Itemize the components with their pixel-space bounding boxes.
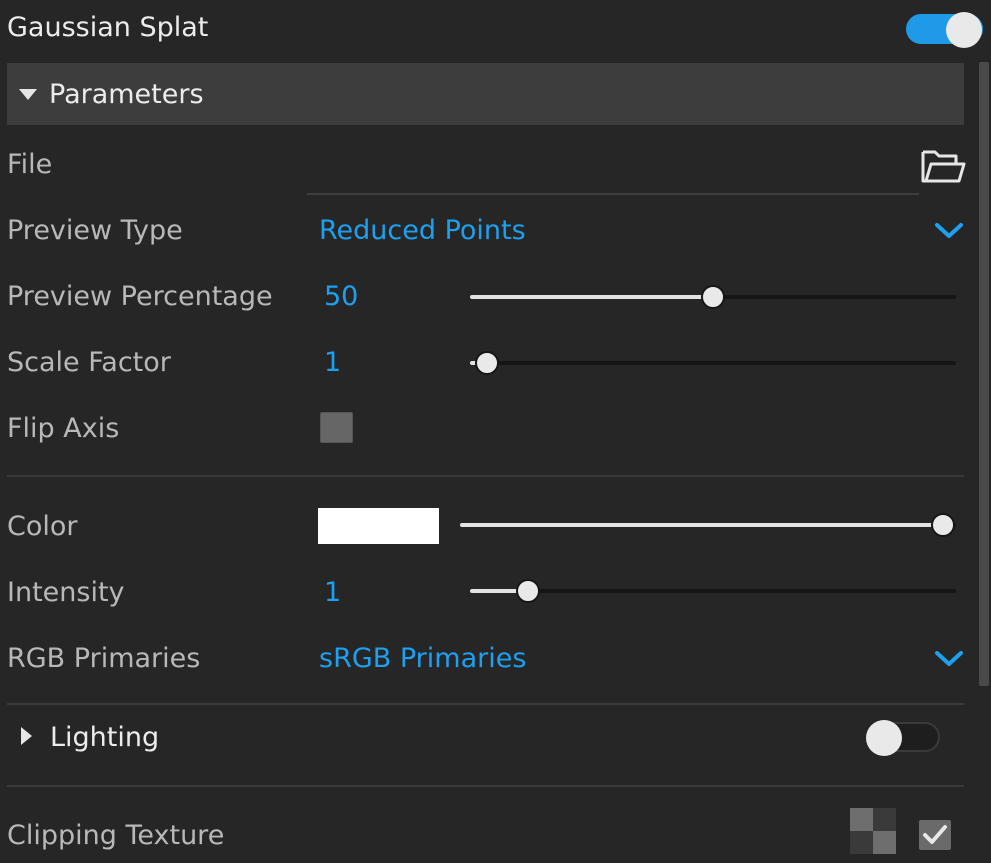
flip-axis-label: Flip Axis — [7, 413, 120, 444]
slider-track — [470, 361, 956, 365]
lighting-section-label[interactable]: Lighting — [50, 722, 159, 753]
slider-thumb[interactable] — [931, 513, 955, 537]
rgb-primaries-dropdown[interactable]: sRGB Primaries — [319, 643, 526, 674]
lighting-enable-toggle[interactable] — [866, 720, 940, 756]
chevron-down-icon[interactable] — [933, 220, 965, 240]
scale-factor-label: Scale Factor — [7, 347, 171, 378]
flip-axis-checkbox[interactable] — [320, 412, 353, 443]
rgb-primaries-label: RGB Primaries — [7, 643, 201, 674]
preview-type-dropdown[interactable]: Reduced Points — [319, 215, 526, 246]
intensity-slider[interactable] — [470, 578, 956, 604]
divider — [7, 785, 964, 787]
vertical-scrollbar[interactable] — [977, 62, 991, 863]
parameters-section-label: Parameters — [49, 79, 204, 110]
checkmark-icon — [923, 825, 947, 844]
slider-thumb[interactable] — [516, 579, 541, 603]
preview-percentage-slider[interactable] — [470, 284, 956, 310]
slider-track — [470, 589, 956, 593]
slider-thumb[interactable] — [701, 285, 725, 309]
file-path-field[interactable] — [307, 193, 919, 195]
divider — [7, 703, 964, 705]
panel-header: Gaussian Splat — [0, 0, 991, 62]
folder-open-icon[interactable] — [920, 146, 966, 186]
file-label: File — [7, 149, 53, 180]
clipping-texture-checkbox[interactable] — [919, 820, 951, 850]
scale-factor-slider[interactable] — [470, 350, 956, 376]
checkerboard-texture-icon[interactable] — [850, 808, 896, 854]
chevron-down-icon[interactable] — [933, 648, 965, 668]
parameters-section-header[interactable]: Parameters — [7, 63, 964, 125]
slider-fill — [470, 295, 713, 299]
gaussian-splat-panel: Gaussian Splat Parameters File Preview T… — [0, 0, 991, 863]
color-swatch[interactable] — [318, 508, 439, 544]
panel-title: Gaussian Splat — [7, 12, 209, 43]
gaussian-splat-enable-toggle[interactable] — [906, 12, 983, 48]
scale-factor-value[interactable]: 1 — [324, 347, 341, 378]
toggle-knob — [866, 720, 902, 756]
color-label: Color — [7, 511, 78, 542]
color-slider[interactable] — [460, 512, 956, 538]
intensity-label: Intensity — [7, 577, 125, 608]
intensity-value[interactable]: 1 — [324, 577, 341, 608]
slider-thumb[interactable] — [475, 351, 499, 375]
scrollbar-thumb[interactable] — [979, 62, 989, 686]
preview-type-label: Preview Type — [7, 215, 183, 246]
clipping-texture-label: Clipping Texture — [7, 820, 225, 851]
preview-percentage-label: Preview Percentage — [7, 281, 273, 312]
toggle-knob — [946, 12, 982, 48]
preview-percentage-value[interactable]: 50 — [324, 281, 358, 312]
expand-arrow-down-icon — [19, 89, 37, 100]
slider-fill — [460, 523, 943, 527]
expand-arrow-right-icon[interactable] — [21, 727, 32, 745]
divider — [7, 475, 964, 477]
